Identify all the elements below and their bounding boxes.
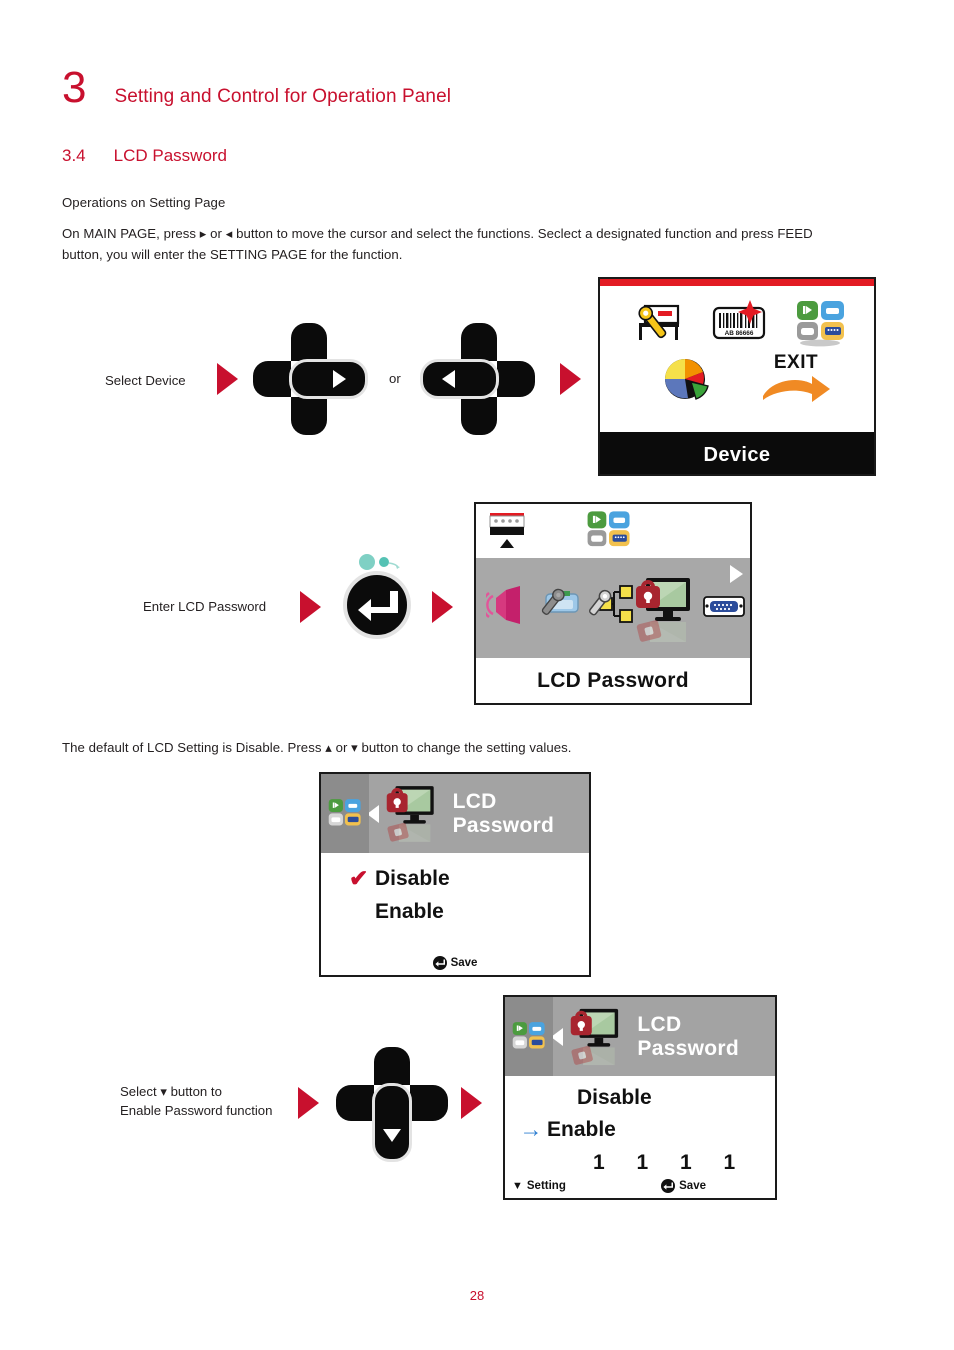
flow-arrow-2 [560, 363, 581, 395]
interface-tiles-icon [512, 1021, 545, 1049]
password-digits-field[interactable]: 1 1 1 1 [505, 1151, 775, 1175]
flow-arrow-3 [300, 591, 321, 623]
printer-settings-icon[interactable] [633, 300, 685, 344]
flow-arrow-5 [298, 1087, 319, 1119]
buzzer-speaker-icon[interactable] [486, 584, 530, 626]
dpad-down-button[interactable] [336, 1047, 448, 1162]
feed-enter-button[interactable] [343, 571, 411, 639]
serial-port-icon[interactable] [702, 594, 746, 620]
lcd-screen-password-menu: LCD Password [474, 502, 752, 705]
paper-feed-icon[interactable] [486, 509, 530, 553]
section-number: 3.4 [62, 146, 86, 165]
lcd-password-lock-icon [386, 785, 434, 842]
feed-indicator-icon [359, 554, 400, 570]
option-label-enable: Enable [547, 1117, 616, 1141]
save-button[interactable]: Save [661, 1179, 706, 1193]
lcd-footer-disable: Save [321, 956, 589, 970]
lcd-red-bar [600, 279, 874, 286]
down-arrow-icon [383, 1129, 401, 1142]
interface-tiles-icon[interactable] [584, 507, 634, 555]
lcd-header-band: LCD Password [321, 774, 589, 853]
lcd-screen-password-enable: LCD Password Disable → Enable 1 1 1 1 ▼ … [503, 995, 777, 1200]
down-triangle-icon: ▼ [512, 1180, 523, 1192]
enter-key-icon [661, 1179, 676, 1193]
step-label-select-enable: Select ▾ button to Enable Password funct… [120, 1082, 320, 1120]
chapter-title: Setting and Control for Operation Panel [114, 86, 452, 107]
lcd-password-lock-icon [570, 1008, 619, 1065]
dpad-down-segment[interactable] [372, 1083, 412, 1162]
option-row-disable[interactable]: ✔ Disable [321, 865, 589, 892]
lcd-icon-row-band [476, 558, 750, 658]
save-button[interactable]: Save [432, 956, 478, 970]
step-label-line1: Select ▾ button to [120, 1084, 222, 1099]
option-row-enable[interactable]: Enable [321, 900, 589, 924]
lcd-device-title: Device [600, 432, 874, 474]
enter-key-icon [432, 956, 447, 970]
barcode-label-icon[interactable]: AB 86666 [710, 298, 770, 346]
option-row-enable[interactable]: → Enable [505, 1116, 775, 1143]
default-setting-instructions: The default of LCD Setting is Disable. P… [62, 740, 572, 755]
flow-arrow-4 [432, 591, 453, 623]
exit-icon[interactable]: EXIT [758, 352, 834, 406]
lcd-screen-device: AB 86666 EXIT Device [598, 277, 876, 476]
lcd-header-title: LCD Password [452, 789, 555, 837]
interface-tiles-icon [328, 798, 361, 826]
option-label-enable: Enable [375, 900, 444, 923]
exit-label: EXIT [773, 352, 819, 373]
chapter-number: 3 [62, 63, 87, 112]
option-label-disable: Disable [375, 866, 450, 890]
dpad-left-button[interactable] [420, 323, 535, 435]
option-row-disable[interactable]: Disable [505, 1086, 775, 1110]
page-number: 28 [469, 1288, 485, 1303]
main-page-instructions: On MAIN PAGE, press ▸ or ◂ button to mov… [62, 226, 813, 263]
operations-heading: Operations on Setting Page [62, 195, 226, 210]
chapter-heading: 3 Setting and Control for Operation Pane… [62, 66, 451, 110]
lcd-footer-enable: ▼ Setting Save [505, 1179, 775, 1193]
step-label-line2: Enable Password function [120, 1103, 273, 1119]
prev-group-tile[interactable] [505, 997, 554, 1076]
selection-arrow-icon: → [519, 1116, 543, 1142]
or-separator: or [389, 371, 401, 386]
save-label: Save [679, 1180, 706, 1192]
prev-group-tile[interactable] [321, 774, 369, 853]
check-icon: ✔ [349, 865, 369, 891]
exit-arrow-icon [763, 376, 830, 402]
left-arrow-icon [442, 370, 455, 388]
option-label-disable: Disable [577, 1086, 652, 1109]
flow-arrow-1 [217, 363, 238, 395]
barcode-label-text: AB 86666 [725, 330, 754, 337]
flow-arrow-6 [461, 1087, 482, 1119]
lcd-header-title: LCD Password [637, 1012, 740, 1060]
section-heading: 3.4 LCD Password [62, 146, 227, 166]
right-arrow-icon [333, 370, 346, 388]
dpad-right-button[interactable] [253, 323, 368, 435]
network-settings-icon[interactable] [588, 582, 634, 626]
interface-tiles-icon[interactable] [793, 298, 849, 348]
feed-button-group[interactable] [341, 553, 413, 641]
lcd-password-menu-title: LCD Password [476, 658, 750, 703]
section-title: LCD Password [113, 146, 228, 165]
dpad-left-segment[interactable] [420, 359, 499, 399]
pie-chart-icon[interactable] [660, 354, 714, 404]
lcd-screen-password-disable: LCD Password ✔ Disable Enable Save [319, 772, 591, 977]
enter-arrow-icon [358, 591, 398, 621]
step-label-enter-password: Enter LCD Password [143, 599, 267, 614]
setting-indicator[interactable]: ▼ Setting [512, 1180, 566, 1192]
save-label: Save [450, 957, 478, 969]
printer-wrench-icon[interactable] [536, 586, 582, 624]
step-label-select-device: Select Device [105, 373, 186, 388]
dpad-right-segment[interactable] [289, 359, 368, 399]
lcd-header-band: LCD Password [505, 997, 775, 1076]
setting-label: Setting [526, 1180, 566, 1192]
nav-right-arrow-icon[interactable] [730, 565, 743, 583]
lcd-password-lock-icon[interactable] [634, 574, 696, 646]
